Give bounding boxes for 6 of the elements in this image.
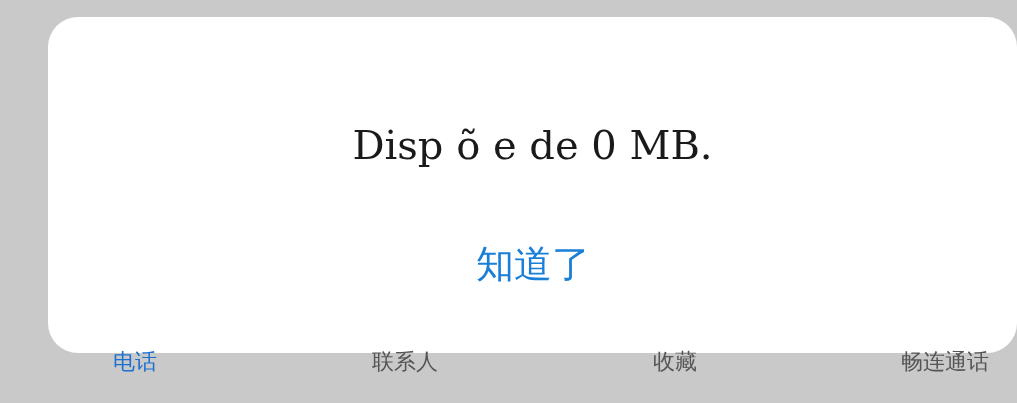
tab[interactable]: 联系人 xyxy=(372,347,438,377)
dialog-message: Disp õ e de 0 MB. xyxy=(352,121,713,170)
tab[interactable]: 畅连通话 xyxy=(901,347,989,377)
tab[interactable]: 电话 xyxy=(113,347,157,377)
ok-button[interactable]: 知道了 xyxy=(459,239,606,289)
tab[interactable]: 收藏 xyxy=(653,347,697,377)
